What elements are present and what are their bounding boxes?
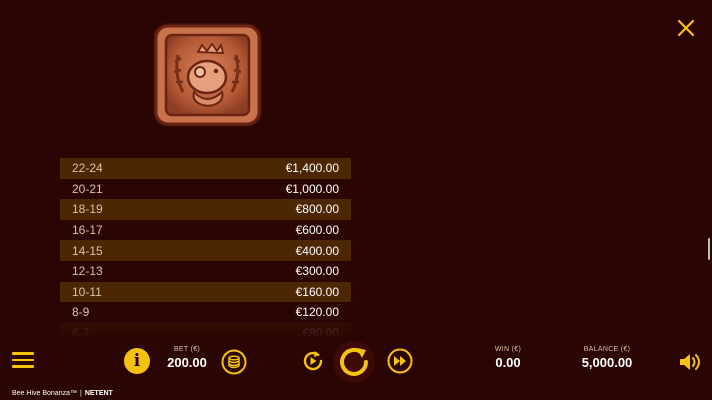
balance-value: 5,000.00	[581, 355, 633, 370]
paytable-range: 18-19	[72, 202, 103, 217]
paytable-range: 12-13	[72, 264, 103, 279]
bet-value: 200.00	[167, 355, 207, 370]
paytable-row: 8-9 €120.00	[60, 302, 351, 323]
paytable-amount: €400.00	[295, 243, 339, 258]
balance-label: BALANCE (€)	[583, 346, 631, 353]
autoplay-icon[interactable]	[300, 348, 326, 374]
paytable-row: 16-17 €600.00	[60, 220, 351, 241]
paytable-row: 22-24 €1,400.00	[60, 158, 351, 179]
paytable-range: 8-9	[72, 305, 90, 320]
paytable-amount: €1,000.00	[285, 181, 339, 196]
paytable-range: 22-24	[72, 161, 103, 176]
game-name: Bee Hive Bonanza™	[12, 390, 77, 397]
paytable-range: 16-17	[72, 223, 103, 238]
paytable-range: 6-7	[72, 326, 90, 336]
footer-brand: Bee Hive Bonanza™ | NETENT	[12, 390, 113, 397]
bet-label: BET (€)	[173, 346, 201, 353]
paytable-row: 20-21 €1,000.00	[60, 179, 351, 200]
paytable-amount: €800.00	[295, 202, 339, 217]
close-icon[interactable]	[676, 18, 696, 38]
paytable-range: 20-21	[72, 181, 103, 196]
scrollbar-handle[interactable]	[708, 238, 710, 260]
info-icon[interactable]: i	[124, 348, 150, 374]
win-label: WIN (€)	[494, 346, 522, 353]
paytable-row: 14-15 €400.00	[60, 240, 351, 261]
speaker-icon[interactable]	[678, 352, 702, 372]
paytable-range: 14-15	[72, 243, 103, 258]
paytable: 22-24 €1,400.00 20-21 €1,000.00 18-19 €8…	[60, 158, 351, 336]
coin-stack-icon[interactable]	[221, 349, 247, 375]
paytable-row: 18-19 €800.00	[60, 199, 351, 220]
paytable-range: 10-11	[72, 284, 102, 299]
win-value: 0.00	[495, 355, 521, 370]
paytable-amount: €300.00	[295, 264, 339, 279]
footer-separator: |	[79, 390, 82, 397]
paytable-row: 10-11 €160.00	[60, 281, 351, 303]
paytable-row: 12-13 €300.00	[60, 261, 351, 282]
paytable-row: 6-7 €80.00	[60, 322, 351, 336]
brand-name: NETENT	[84, 390, 113, 397]
bear-symbol-tile	[153, 23, 262, 127]
spin-icon[interactable]	[331, 340, 377, 384]
paytable-amount: €1,400.00	[285, 161, 339, 176]
hamburger-menu-icon[interactable]	[12, 352, 34, 372]
paytable-amount: €600.00	[295, 223, 339, 238]
paytable-amount: €120.00	[295, 305, 339, 320]
fast-forward-icon[interactable]	[387, 348, 413, 374]
paytable-amount: €160.00	[295, 284, 339, 299]
paytable-amount: €80.00	[302, 326, 339, 336]
